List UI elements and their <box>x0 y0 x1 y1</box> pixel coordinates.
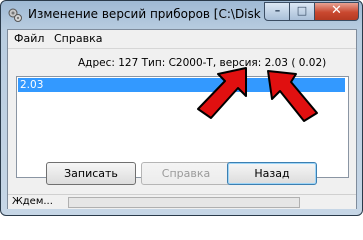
back-button[interactable]: Назад <box>227 162 317 185</box>
status-bar: Ждем... <box>8 194 356 209</box>
maximize-button[interactable]: □ <box>289 2 315 21</box>
gears-icon <box>8 8 22 22</box>
close-button[interactable]: ✕ <box>314 2 359 21</box>
app-window: Изменение версий приборов [C:\Disk D\pr.… <box>0 0 363 216</box>
help-button[interactable]: Справка <box>141 162 231 185</box>
write-button[interactable]: Записать <box>46 162 136 185</box>
menu-help[interactable]: Справка <box>54 32 102 45</box>
list-item[interactable]: 2.03 <box>18 78 345 92</box>
minimize-button[interactable]: – <box>264 2 291 21</box>
title-bar[interactable]: Изменение версий приборов [C:\Disk D\pr.… <box>1 1 362 28</box>
device-info-label: Адрес: 127 Тип: С2000-Т, версия: 2.03 ( … <box>78 57 327 69</box>
window-title: Изменение версий приборов [C:\Disk D\pr.… <box>28 7 301 21</box>
status-text: Ждем... <box>12 196 53 207</box>
menu-bar: Файл Справка <box>8 30 356 49</box>
progress-bar <box>68 197 300 208</box>
client-area: Файл Справка Адрес: 127 Тип: С2000-Т, ве… <box>7 29 357 209</box>
menu-file[interactable]: Файл <box>14 32 44 45</box>
